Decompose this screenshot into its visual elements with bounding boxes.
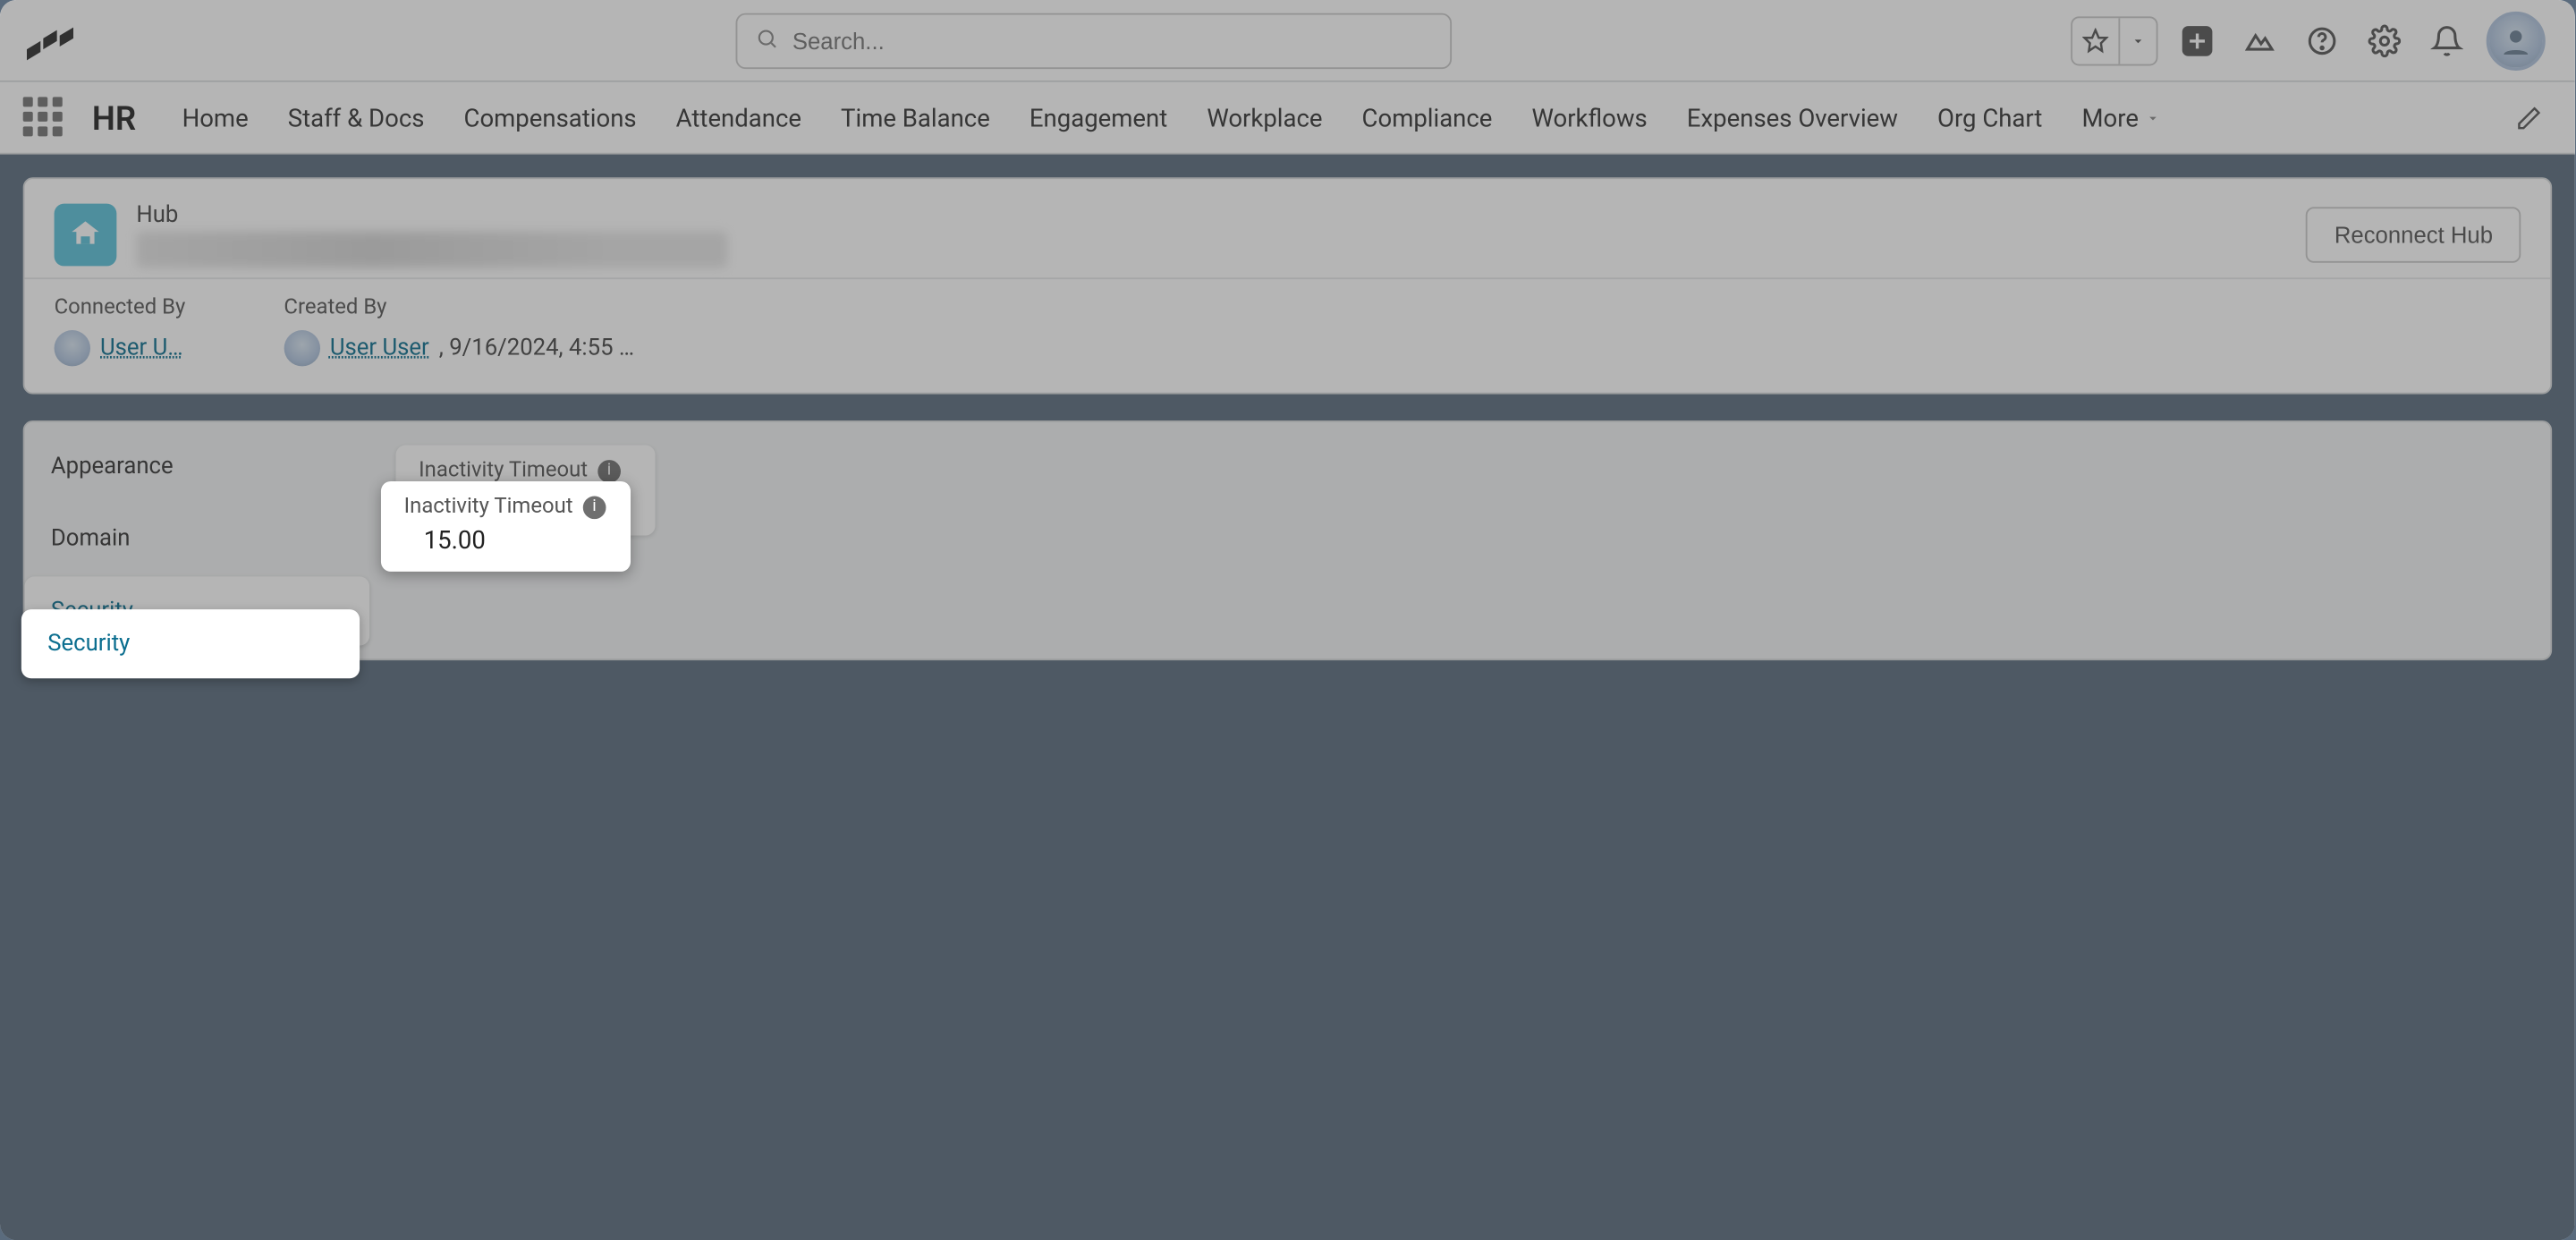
sidebar-item-domain[interactable]: Domain [25,505,370,573]
sidebar-item-appearance[interactable]: Appearance [25,432,370,501]
created-by-block: Created By User User , 9/16/2024, 4:55 … [284,295,634,366]
info-icon[interactable]: i [583,496,606,519]
header-actions [2071,11,2555,70]
trailhead-button[interactable] [2237,17,2283,63]
global-search [735,13,1451,68]
favorites-combo [2071,15,2157,64]
app-launcher-icon[interactable] [23,96,66,139]
inactivity-timeout-card-highlighted: Inactivity Timeout i 15.00 [381,481,631,572]
global-header [0,0,2575,82]
help-button[interactable] [2299,17,2344,63]
nav-tab-engagement[interactable]: Engagement [1030,103,1167,132]
nav-more[interactable]: More [2082,103,2162,132]
hub-subtitle-redacted [136,232,727,268]
nav-tab-workplace[interactable]: Workplace [1207,103,1322,132]
inactivity-timeout-value: 15.00 [404,526,608,556]
hub-title: Hub [136,202,727,228]
nav-tab-workflows[interactable]: Workflows [1532,103,1648,132]
nav-tab-org-chart[interactable]: Org Chart [1937,103,2042,132]
hub-card: Hub Reconnect Hub Connected By User U… C… [23,177,2552,394]
created-by-label: Created By [284,295,634,320]
nav-more-label: More [2082,103,2139,132]
user-avatar[interactable] [2487,11,2546,70]
inactivity-timeout-label: Inactivity Timeout [419,458,588,483]
created-at-text: , 9/16/2024, 4:55 … [439,335,634,361]
edit-nav-button[interactable] [2506,95,2552,140]
avatar [55,330,90,366]
nav-tab-time-balance[interactable]: Time Balance [841,103,990,132]
app-name: HR [92,98,136,137]
nav-tab-compensations[interactable]: Compensations [464,103,637,132]
nav-tab-staff-docs[interactable]: Staff & Docs [288,103,425,132]
connected-by-user-link[interactable]: User U… [100,335,183,361]
favorite-button[interactable] [2072,17,2118,63]
hub-icon [55,204,117,267]
inactivity-timeout-label: Inactivity Timeout [404,495,573,520]
hub-meta: Connected By User U… Created By User Use… [25,277,2551,393]
sidebar-item-security-highlighted[interactable]: Security [21,609,360,678]
favorites-dropdown[interactable] [2118,17,2156,63]
nav-tabs: Home Staff & Docs Compensations Attendan… [182,103,2162,132]
avatar [284,330,319,366]
nav-tab-home[interactable]: Home [182,103,249,132]
global-add-button[interactable] [2174,17,2220,63]
hub-header: Hub Reconnect Hub [25,179,2551,277]
app-logo [20,17,89,63]
search-input[interactable] [735,13,1451,68]
nav-tab-attendance[interactable]: Attendance [676,103,801,132]
connected-by-block: Connected By User U… [55,295,186,366]
connected-by-label: Connected By [55,295,186,320]
page-body: Hub Reconnect Hub Connected By User U… C… [0,155,2575,1240]
setup-button[interactable] [2361,17,2407,63]
app-navbar: HR Home Staff & Docs Compensations Atten… [0,82,2575,155]
info-icon[interactable]: i [597,459,621,482]
chevron-down-icon [2145,109,2161,125]
nav-tab-expenses-overview[interactable]: Expenses Overview [1687,103,1898,132]
created-by-user-link[interactable]: User User [330,335,429,361]
notifications-button[interactable] [2424,17,2470,63]
nav-tab-compliance[interactable]: Compliance [1362,103,1493,132]
reconnect-hub-button[interactable]: Reconnect Hub [2307,207,2521,262]
settings-content: Inactivity Timeout i 15.00 [369,422,2550,558]
